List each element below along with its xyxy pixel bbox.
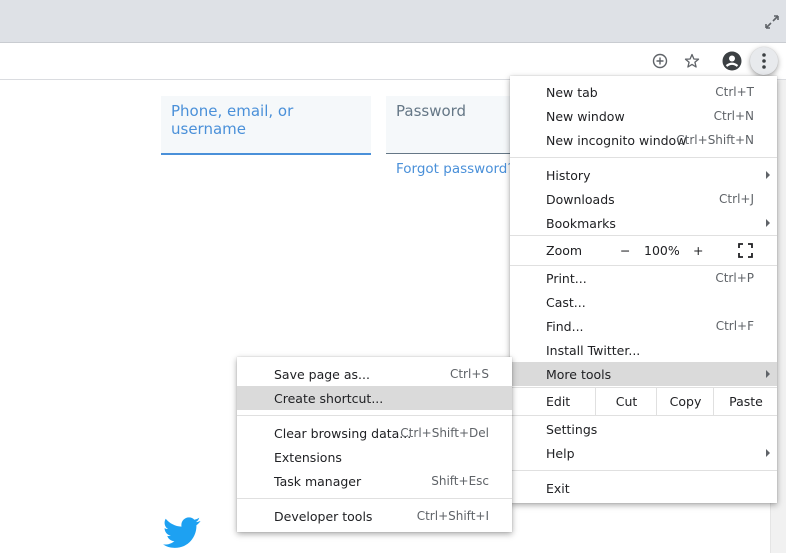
fullscreen-icon[interactable] <box>738 243 753 258</box>
menu-label: Cast... <box>546 294 586 310</box>
zoom-out-button[interactable]: − <box>620 243 630 258</box>
browser-toolbar <box>0 43 786 80</box>
menu-label: Bookmarks <box>546 215 616 231</box>
menu-item-clear-browsing-data[interactable]: Clear browsing data... Ctrl+Shift+Del <box>237 421 512 445</box>
menu-label: Install Twitter... <box>546 342 641 358</box>
menu-item-task-manager[interactable]: Task manager Shift+Esc <box>237 469 512 493</box>
menu-item-developer-tools[interactable]: Developer tools Ctrl+Shift+I <box>237 504 512 528</box>
menu-item-find[interactable]: Find... Ctrl+F <box>510 314 777 338</box>
account-icon[interactable] <box>722 51 742 71</box>
menu-shortcut: Ctrl+S <box>449 367 489 381</box>
menu-label: Create shortcut... <box>274 390 384 406</box>
menu-label: Help <box>546 445 575 461</box>
menu-item-save-page-as[interactable]: Save page as... Ctrl+S <box>237 362 512 386</box>
menu-item-help[interactable]: Help <box>510 441 777 465</box>
menu-label: Exit <box>546 480 570 496</box>
menu-label: History <box>546 167 591 183</box>
twitter-bird-icon <box>163 517 201 548</box>
title-bar <box>0 0 786 43</box>
zoom-label: Zoom <box>546 243 583 258</box>
chrome-main-menu: New tab Ctrl+T New window Ctrl+N New inc… <box>510 76 777 503</box>
menu-shortcut: Ctrl+F <box>715 319 754 333</box>
menu-shortcut: Ctrl+Shift+N <box>676 133 754 147</box>
password-input-placeholder: Password <box>396 102 467 120</box>
menu-item-print[interactable]: Print... Ctrl+P <box>510 266 777 290</box>
menu-item-edit: Edit Cut Copy Paste <box>510 388 777 415</box>
forgot-password-link[interactable]: Forgot password? <box>396 161 515 177</box>
zoom-in-button[interactable]: + <box>693 243 703 258</box>
menu-item-more-tools[interactable]: More tools <box>510 362 777 386</box>
menu-label: Save page as... <box>274 366 370 382</box>
menu-item-new-incognito-window[interactable]: New incognito window Ctrl+Shift+N <box>510 128 777 152</box>
menu-shortcut: Ctrl+P <box>715 271 754 285</box>
menu-label: Find... <box>546 318 584 334</box>
menu-label: Task manager <box>274 473 362 489</box>
menu-item-new-tab[interactable]: New tab Ctrl+T <box>510 80 777 104</box>
password-input[interactable]: Password <box>386 96 516 154</box>
paste-button[interactable]: Paste <box>713 388 778 415</box>
menu-shortcut: Ctrl+J <box>719 192 754 206</box>
menu-label: Print... <box>546 270 587 286</box>
menu-item-new-window[interactable]: New window Ctrl+N <box>510 104 777 128</box>
submenu-arrow-icon <box>766 219 770 227</box>
menu-shortcut: Ctrl+Shift+I <box>416 509 489 523</box>
menu-separator <box>237 415 512 416</box>
menu-item-downloads[interactable]: Downloads Ctrl+J <box>510 187 777 211</box>
edit-label: Edit <box>546 394 571 409</box>
submenu-arrow-icon <box>766 449 770 457</box>
cut-button[interactable]: Cut <box>595 388 657 415</box>
more-tools-submenu: Save page as... Ctrl+S Create shortcut..… <box>237 357 512 532</box>
menu-item-create-shortcut[interactable]: Create shortcut... <box>237 386 512 410</box>
menu-label: Clear browsing data... <box>274 425 412 441</box>
menu-shortcut: Shift+Esc <box>431 474 489 488</box>
menu-item-zoom: Zoom − 100% + <box>510 236 777 265</box>
menu-item-exit[interactable]: Exit <box>510 476 777 500</box>
menu-label: New tab <box>546 84 598 100</box>
menu-item-install-twitter[interactable]: Install Twitter... <box>510 338 777 362</box>
menu-item-cast[interactable]: Cast... <box>510 290 777 314</box>
menu-label: More tools <box>546 366 612 382</box>
menu-item-settings[interactable]: Settings <box>510 417 777 441</box>
menu-separator <box>237 498 512 499</box>
kebab-menu-icon[interactable] <box>750 47 778 75</box>
menu-item-extensions[interactable]: Extensions <box>237 445 512 469</box>
menu-shortcut: Ctrl+Shift+Del <box>400 426 489 440</box>
star-icon[interactable] <box>682 51 702 71</box>
menu-label: New incognito window <box>546 132 687 148</box>
add-circle-icon[interactable] <box>650 51 670 71</box>
menu-item-history[interactable]: History <box>510 163 777 187</box>
menu-label: Developer tools <box>274 508 373 524</box>
submenu-arrow-icon <box>766 370 770 378</box>
menu-label: Downloads <box>546 191 615 207</box>
menu-separator <box>510 415 777 416</box>
menu-shortcut: Ctrl+N <box>713 109 754 123</box>
copy-button[interactable]: Copy <box>656 388 714 415</box>
menu-separator <box>510 470 777 471</box>
phone-input-placeholder: Phone, email, or username <box>171 102 294 138</box>
menu-shortcut: Ctrl+T <box>715 85 754 99</box>
submenu-arrow-icon <box>766 171 770 179</box>
menu-label: Extensions <box>274 449 342 465</box>
zoom-level: 100% <box>644 243 680 258</box>
restore-window-icon[interactable] <box>764 14 780 30</box>
menu-label: Settings <box>546 421 598 437</box>
menu-label: New window <box>546 108 625 124</box>
menu-item-bookmarks[interactable]: Bookmarks <box>510 211 777 235</box>
menu-separator <box>510 157 777 158</box>
phone-email-username-input[interactable]: Phone, email, or username <box>161 96 371 155</box>
